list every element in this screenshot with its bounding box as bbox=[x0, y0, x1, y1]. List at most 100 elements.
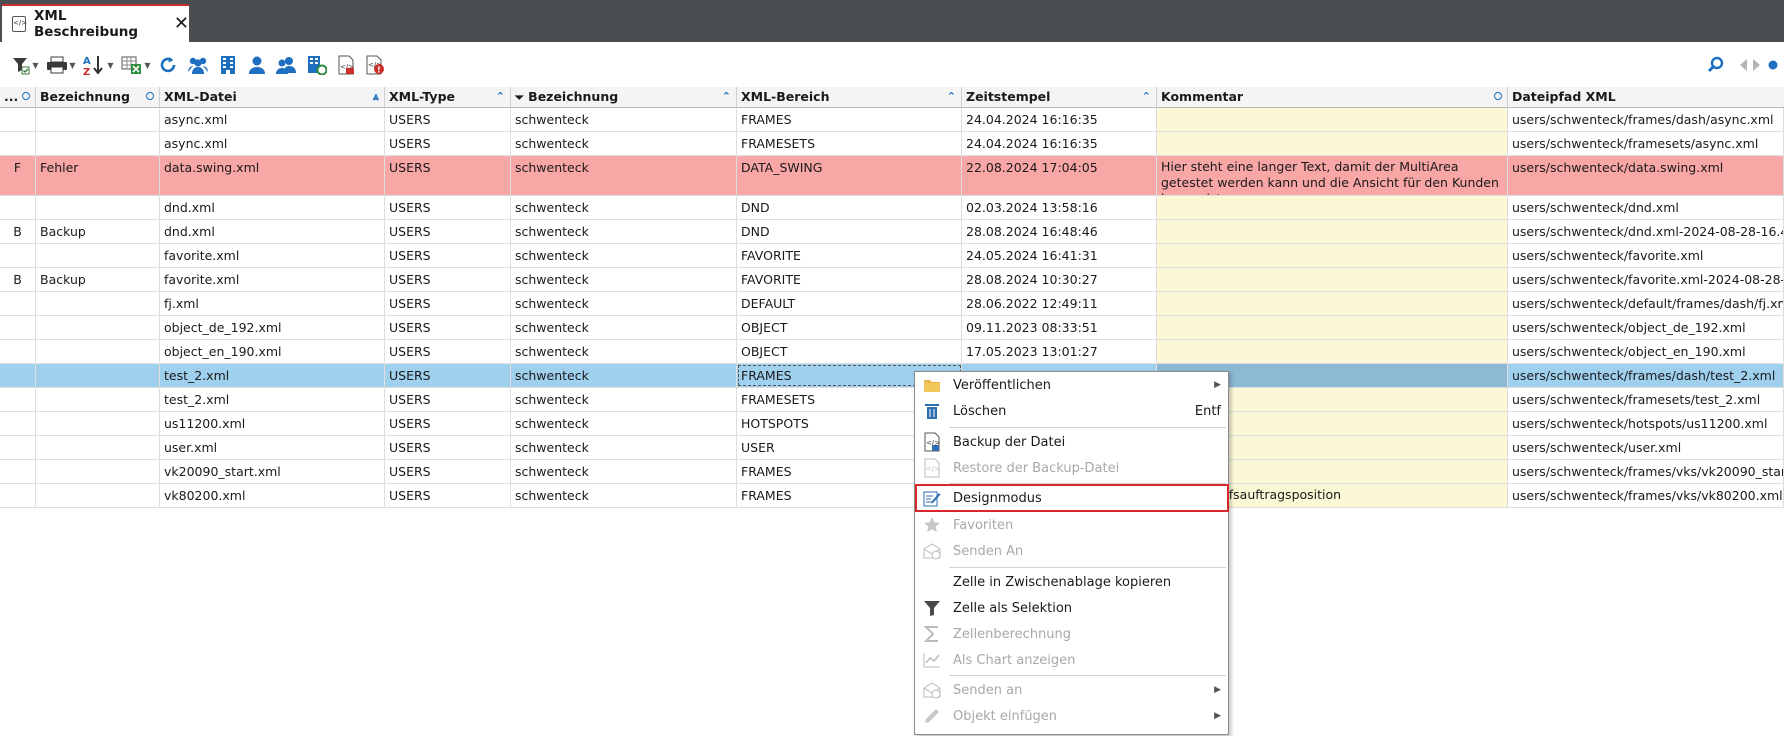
cell-flag[interactable] bbox=[0, 460, 36, 483]
column-header-xml-bereich[interactable]: XML-Bereich ⌃ bbox=[737, 87, 962, 108]
cell-xml-datei[interactable]: async.xml bbox=[160, 132, 385, 155]
cell-dateipfad[interactable]: users/schwenteck/default/frames/dash/fj.… bbox=[1508, 292, 1784, 315]
cell-dateipfad[interactable]: users/schwenteck/frames/vks/vk20090_star… bbox=[1508, 460, 1784, 483]
cell-bezeichnung[interactable] bbox=[36, 364, 160, 387]
cell-flag[interactable] bbox=[0, 132, 36, 155]
menu-item-loeschen[interactable]: Löschen Entf bbox=[916, 398, 1227, 424]
table-row[interactable]: vk20090_start.xml USERS schwenteck FRAMES us… bbox=[0, 460, 1784, 484]
cell-user[interactable]: schwenteck bbox=[511, 436, 737, 459]
cell-user[interactable]: schwenteck bbox=[511, 340, 737, 363]
cell-flag[interactable] bbox=[0, 196, 36, 219]
cell-flag[interactable] bbox=[0, 364, 36, 387]
cell-xml-bereich[interactable]: DND bbox=[737, 196, 962, 219]
cell-bezeichnung[interactable] bbox=[36, 484, 160, 507]
cell-bezeichnung[interactable] bbox=[36, 292, 160, 315]
cell-flag[interactable] bbox=[0, 484, 36, 507]
cell-xml-type[interactable]: USERS bbox=[385, 388, 511, 411]
cell-zeitstempel[interactable]: 28.08.2024 16:48:46 bbox=[962, 220, 1157, 243]
menu-item-zelle-kopieren[interactable]: Zelle in Zwischenablage kopieren bbox=[916, 569, 1227, 595]
nav-forward-icon[interactable] bbox=[1750, 53, 1764, 77]
cell-xml-bereich[interactable]: FRAMESETS bbox=[737, 132, 962, 155]
cell-flag[interactable] bbox=[0, 340, 36, 363]
cell-flag[interactable]: B bbox=[0, 220, 36, 243]
table-row[interactable]: async.xml USERS schwenteck FRAMES 24.04.2024… bbox=[0, 108, 1784, 132]
column-header-zeitstempel[interactable]: Zeitstempel ⌃ bbox=[962, 87, 1157, 108]
cell-zeitstempel[interactable]: 17.05.2023 13:01:27 bbox=[962, 340, 1157, 363]
cell-xml-type[interactable]: USERS bbox=[385, 460, 511, 483]
cell-xml-type[interactable]: USERS bbox=[385, 220, 511, 243]
building-icon[interactable] bbox=[217, 53, 239, 77]
dot-icon[interactable] bbox=[1766, 53, 1780, 77]
cell-dateipfad[interactable]: users/schwenteck/favorite.xml bbox=[1508, 244, 1784, 267]
tab-xml-beschreibung[interactable]: </> XML Beschreibung ✕ bbox=[2, 4, 189, 42]
column-menu-icon[interactable] bbox=[146, 92, 154, 100]
table-row[interactable]: async.xml USERS schwenteck FRAMESETS 24.04.2… bbox=[0, 132, 1784, 156]
cell-kommentar[interactable] bbox=[1157, 316, 1508, 339]
cell-dateipfad[interactable]: users/schwenteck/data.swing.xml bbox=[1508, 156, 1784, 195]
cell-xml-datei[interactable]: test_2.xml bbox=[160, 364, 385, 387]
cell-dateipfad[interactable]: users/schwenteck/user.xml bbox=[1508, 436, 1784, 459]
menu-item-objekt-einfuegen[interactable]: Objekt einfügen ▶ bbox=[916, 703, 1227, 729]
cell-bezeichnung[interactable] bbox=[36, 388, 160, 411]
table-row[interactable]: object_en_190.xml USERS schwenteck OBJECT 17… bbox=[0, 340, 1784, 364]
cell-user[interactable]: schwenteck bbox=[511, 220, 737, 243]
cell-user[interactable]: schwenteck bbox=[511, 156, 737, 195]
cell-bezeichnung[interactable] bbox=[36, 108, 160, 131]
cell-bezeichnung[interactable] bbox=[36, 412, 160, 435]
nav-back-icon[interactable] bbox=[1736, 53, 1750, 77]
cell-xml-type[interactable]: USERS bbox=[385, 196, 511, 219]
cell-xml-bereich[interactable]: DND bbox=[737, 220, 962, 243]
excel-export-icon[interactable]: ▼ bbox=[120, 53, 152, 77]
table-row[interactable]: B Backup favorite.xml USERS schwenteck FAVORI… bbox=[0, 268, 1784, 292]
cell-zeitstempel[interactable]: 22.08.2024 17:04:05 bbox=[962, 156, 1157, 195]
cell-xml-datei[interactable]: test_2.xml bbox=[160, 388, 385, 411]
cell-dateipfad[interactable]: users/schwenteck/favorite.xml-2024-08-28… bbox=[1508, 268, 1784, 291]
cell-zeitstempel[interactable]: 24.05.2024 16:41:31 bbox=[962, 244, 1157, 267]
cell-kommentar[interactable] bbox=[1157, 220, 1508, 243]
table-row[interactable]: user.xml USERS schwenteck USER users/schwent… bbox=[0, 436, 1784, 460]
cell-user[interactable]: schwenteck bbox=[511, 412, 737, 435]
cell-xml-bereich[interactable]: OBJECT bbox=[737, 316, 962, 339]
cell-dateipfad[interactable]: users/schwenteck/frames/dash/async.xml bbox=[1508, 108, 1784, 131]
cell-xml-datei[interactable]: object_de_192.xml bbox=[160, 316, 385, 339]
cell-xml-bereich[interactable]: OBJECT bbox=[737, 340, 962, 363]
cell-xml-bereich[interactable]: DATA_SWING bbox=[737, 156, 962, 195]
sort-up-icon[interactable]: ⌃ bbox=[1142, 87, 1151, 107]
cell-dateipfad[interactable]: users/schwenteck/hotspots/us11200.xml bbox=[1508, 412, 1784, 435]
xml-error-icon[interactable]: </>! bbox=[364, 53, 386, 77]
cell-xml-datei[interactable]: favorite.xml bbox=[160, 244, 385, 267]
cell-xml-type[interactable]: USERS bbox=[385, 108, 511, 131]
cell-xml-type[interactable]: USERS bbox=[385, 132, 511, 155]
print-icon[interactable]: ▼ bbox=[46, 53, 76, 77]
cell-xml-bereich[interactable]: FAVORITE bbox=[737, 244, 962, 267]
filter-icon[interactable]: ▼ bbox=[10, 53, 40, 77]
cell-kommentar[interactable] bbox=[1157, 244, 1508, 267]
cell-bezeichnung[interactable] bbox=[36, 316, 160, 339]
cell-kommentar[interactable] bbox=[1157, 132, 1508, 155]
cell-flag[interactable]: F bbox=[0, 156, 36, 195]
menu-item-senden-an-sub[interactable]: Senden an ▶ bbox=[916, 677, 1227, 703]
cell-xml-datei[interactable]: us11200.xml bbox=[160, 412, 385, 435]
table-row[interactable]: F Fehler data.swing.xml USERS schwenteck DATA… bbox=[0, 156, 1784, 196]
cell-bezeichnung[interactable] bbox=[36, 244, 160, 267]
cell-dateipfad[interactable]: users/schwenteck/framesets/async.xml bbox=[1508, 132, 1784, 155]
cell-user[interactable]: schwenteck bbox=[511, 132, 737, 155]
cell-xml-datei[interactable]: dnd.xml bbox=[160, 220, 385, 243]
sort-az-icon[interactable]: A Z ▼ bbox=[82, 53, 114, 77]
cell-dateipfad[interactable]: users/schwenteck/dnd.xml-2024-08-28-16.4… bbox=[1508, 220, 1784, 243]
user-icon[interactable] bbox=[246, 53, 268, 77]
table-row[interactable]: vk80200.xml USERS schwenteck FRAMES der Verk… bbox=[0, 484, 1784, 508]
refresh-icon[interactable] bbox=[156, 53, 180, 77]
building-refresh-icon[interactable] bbox=[306, 53, 328, 77]
cell-dateipfad[interactable]: users/schwenteck/object_en_190.xml bbox=[1508, 340, 1784, 363]
cell-kommentar[interactable]: Hier steht eine langer Text, damit der M… bbox=[1157, 156, 1508, 195]
cell-user[interactable]: schwenteck bbox=[511, 196, 737, 219]
cell-bezeichnung[interactable] bbox=[36, 132, 160, 155]
cell-flag[interactable] bbox=[0, 292, 36, 315]
cell-user[interactable]: schwenteck bbox=[511, 388, 737, 411]
table-row[interactable]: dnd.xml USERS schwenteck DND 02.03.2024 13:5… bbox=[0, 196, 1784, 220]
cell-kommentar[interactable] bbox=[1157, 292, 1508, 315]
menu-item-senden-an[interactable]: Senden An bbox=[916, 538, 1227, 564]
cell-xml-type[interactable]: USERS bbox=[385, 268, 511, 291]
cell-zeitstempel[interactable]: 28.06.2022 12:49:11 bbox=[962, 292, 1157, 315]
